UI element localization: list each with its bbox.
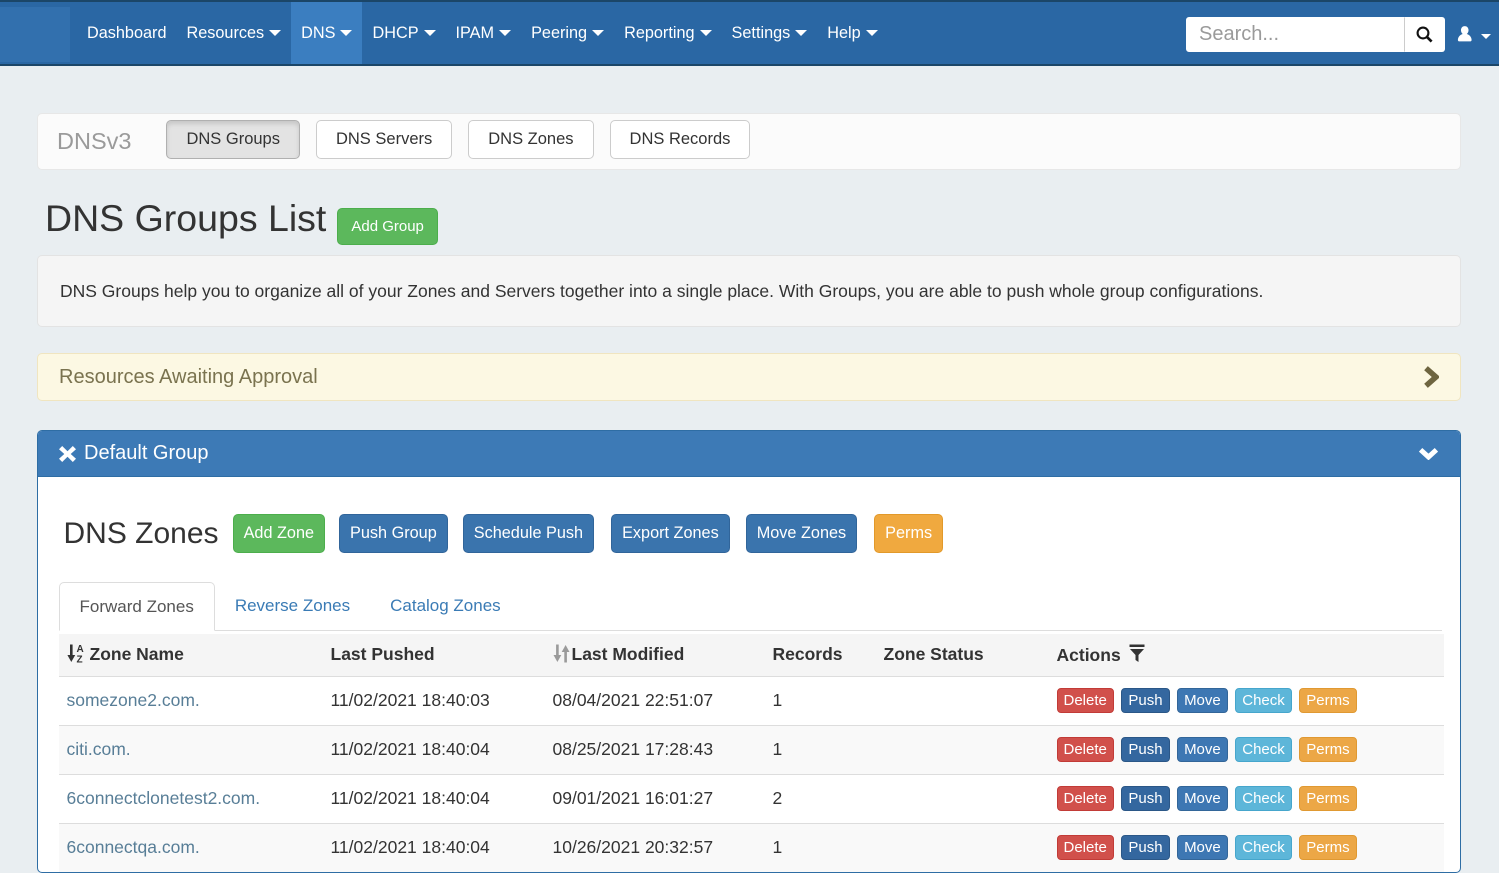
svg-text:A: A	[76, 644, 83, 655]
svg-text:Z: Z	[76, 655, 82, 663]
